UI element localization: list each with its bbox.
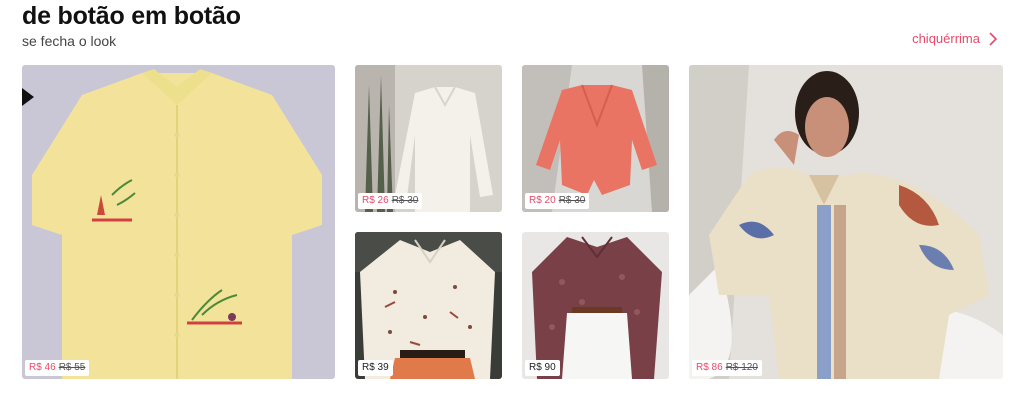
price-original: R$ 30 [558, 195, 586, 206]
price-tag: R$ 46 R$ 55 [25, 360, 90, 376]
product-image [355, 65, 502, 212]
product-card-white-shirt[interactable]: R$ 26 R$ 30 [355, 65, 502, 212]
price-tag: R$ 26 R$ 30 [358, 193, 423, 209]
price-original: R$ 120 [725, 362, 758, 373]
product-image [522, 65, 669, 212]
chevron-right-icon [989, 31, 998, 46]
price-original: R$ 55 [58, 362, 86, 373]
product-image [22, 65, 335, 379]
price-current: R$ 26 [362, 195, 389, 206]
product-image [689, 65, 1003, 379]
price-original: R$ 30 [391, 195, 419, 206]
product-image [355, 232, 502, 379]
price-current: R$ 20 [529, 195, 556, 206]
product-card-coral-top[interactable]: R$ 20 R$ 30 [522, 65, 669, 212]
price-current: R$ 90 [529, 362, 556, 373]
price-tag: R$ 90 [525, 360, 560, 376]
section-title: de botão em botão [22, 2, 241, 30]
see-more-label: chiquérrima [912, 31, 980, 46]
price-current: R$ 39 [362, 362, 389, 373]
price-tag: R$ 86 R$ 120 [692, 360, 762, 376]
see-more-link[interactable]: chiquérrima [912, 31, 998, 46]
price-tag: R$ 39 [358, 360, 393, 376]
product-image [522, 232, 669, 379]
product-card-printed-shirt[interactable]: R$ 39 [355, 232, 502, 379]
price-current: R$ 46 [29, 362, 56, 373]
price-tag: R$ 20 R$ 30 [525, 193, 590, 209]
product-card-paisley-shirt[interactable]: R$ 90 [522, 232, 669, 379]
product-card-yellow-shirt[interactable]: R$ 46 R$ 55 [22, 65, 335, 379]
section-subtitle: se fecha o look [22, 33, 117, 49]
product-card-patterned-shirt[interactable]: R$ 86 R$ 120 [689, 65, 1003, 379]
price-current: R$ 86 [696, 362, 723, 373]
arrow-left-icon[interactable] [22, 88, 34, 106]
